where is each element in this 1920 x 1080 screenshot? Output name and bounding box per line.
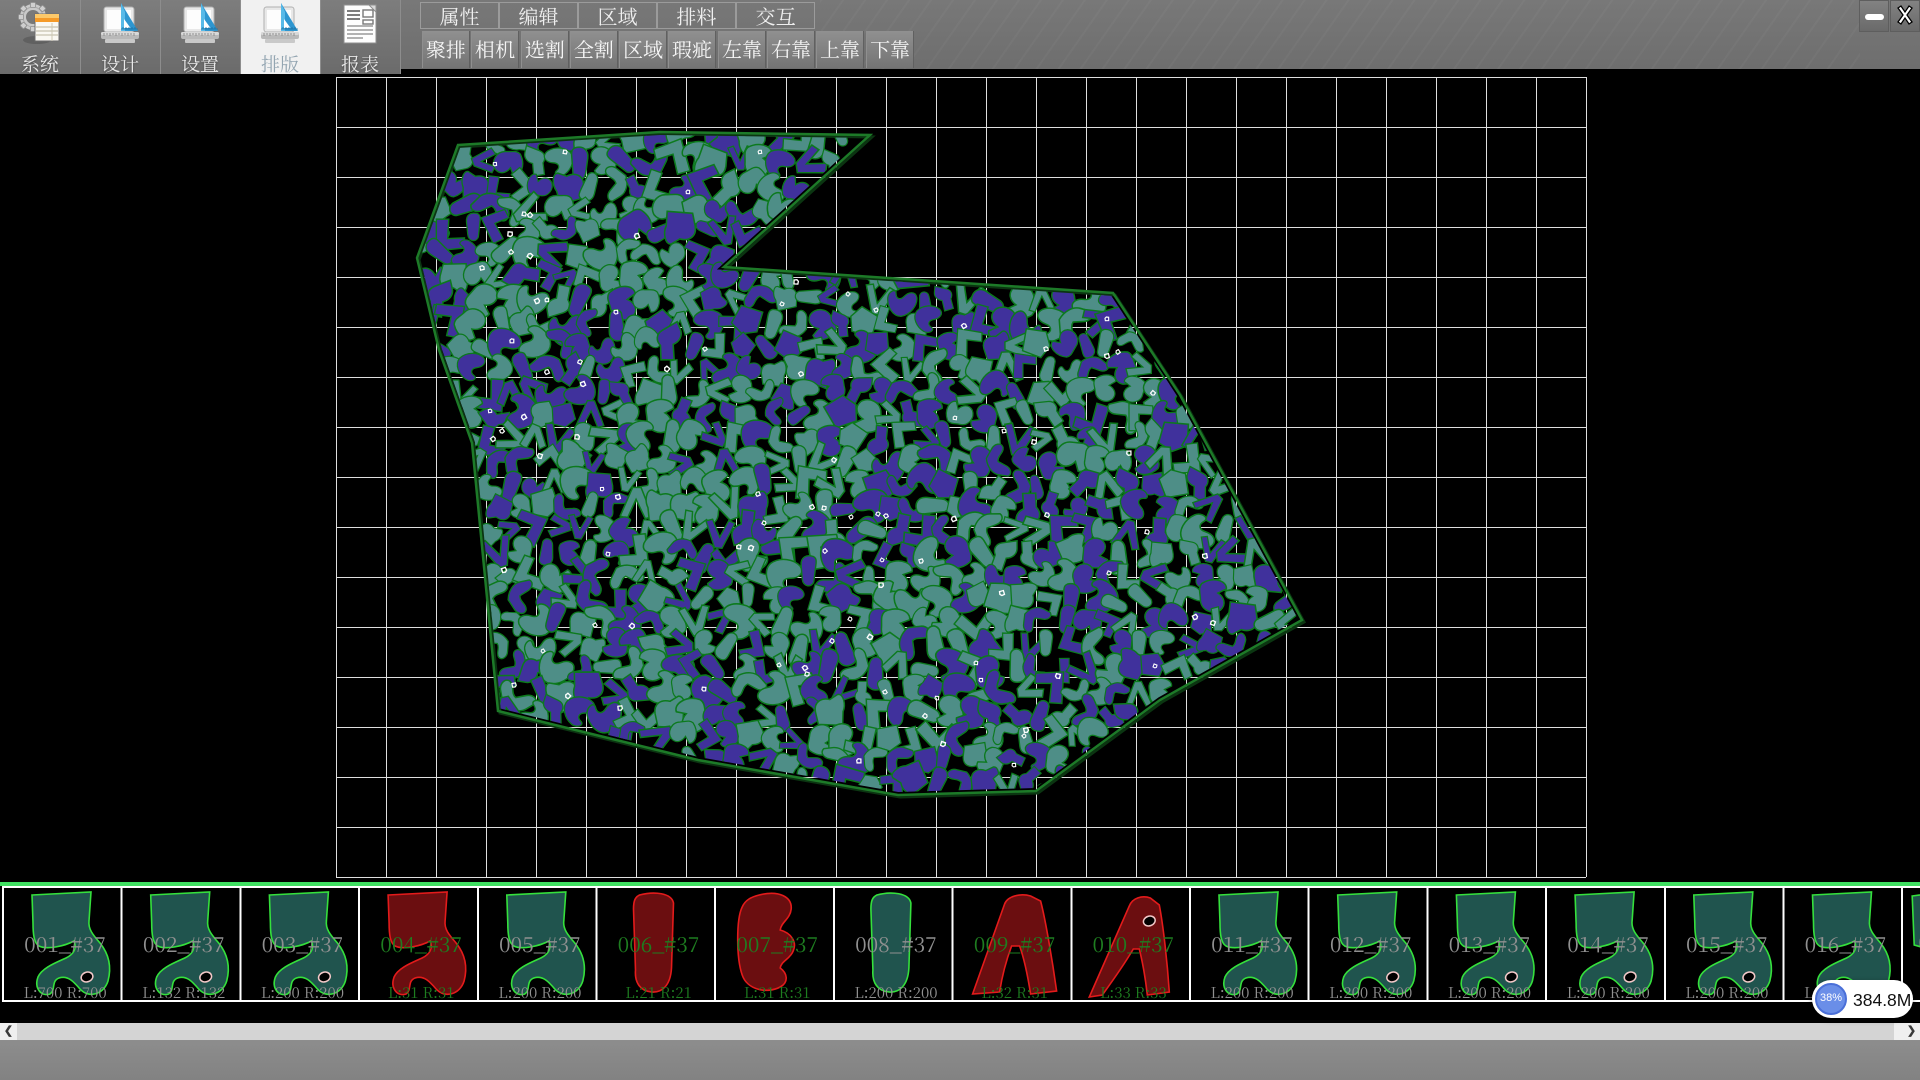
svg-text:L:700 R:700: L:700 R:700 (23, 982, 106, 1003)
svg-text:011_#37: 011_#37 (1211, 929, 1293, 959)
svg-text:010_#37: 010_#37 (1092, 929, 1174, 959)
svg-text:016_#37: 016_#37 (1805, 929, 1887, 959)
svg-text:L:31 R:31: L:31 R:31 (388, 982, 455, 1003)
svg-text:L:132 R:132: L:132 R:132 (142, 982, 225, 1003)
svg-text:013_#37: 013_#37 (1449, 929, 1531, 959)
svg-text:L:200 R:200: L:200 R:200 (1685, 982, 1768, 1003)
svg-text:002_#37: 002_#37 (143, 929, 225, 959)
svg-text:004_#37: 004_#37 (380, 929, 462, 959)
svg-text:001_#37: 001_#37 (24, 929, 106, 959)
svg-text:003_#37: 003_#37 (262, 929, 344, 959)
svg-text:L:200 R:200: L:200 R:200 (1448, 982, 1531, 1003)
svg-text:L:200 R:200: L:200 R:200 (261, 982, 344, 1003)
svg-text:015_#37: 015_#37 (1686, 929, 1768, 959)
svg-text:L:21 R:21: L:21 R:21 (625, 982, 692, 1003)
svg-text:L:200 R:200: L:200 R:200 (1329, 982, 1412, 1003)
svg-text:008_#37: 008_#37 (855, 929, 937, 959)
svg-text:L:32 R:31: L:32 R:31 (981, 982, 1048, 1003)
svg-text:L:200 R:200: L:200 R:200 (1210, 982, 1293, 1003)
svg-text:014_#37: 014_#37 (1567, 929, 1649, 959)
svg-text:L:200 R:200: L:200 R:200 (854, 982, 937, 1003)
svg-text:005_#37: 005_#37 (499, 929, 581, 959)
svg-text:L:31 R:31: L:31 R:31 (744, 982, 811, 1003)
svg-text:012_#37: 012_#37 (1330, 929, 1412, 959)
svg-text:L:200 R:200: L:200 R:200 (498, 982, 581, 1003)
svg-text:007_#37: 007_#37 (736, 929, 818, 959)
svg-text:009_#37: 009_#37 (974, 929, 1056, 959)
svg-text:006_#37: 006_#37 (618, 929, 700, 959)
svg-text:L:200 R:200: L:200 R:200 (1566, 982, 1649, 1003)
svg-text:L:33 R:33: L:33 R:33 (1100, 982, 1167, 1003)
